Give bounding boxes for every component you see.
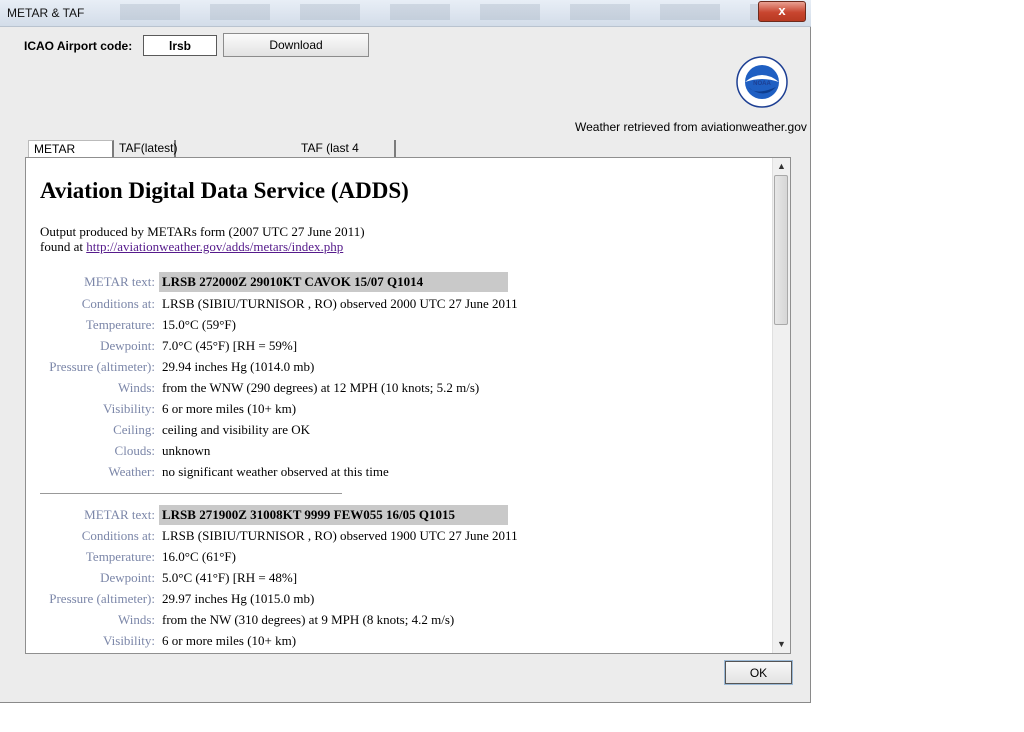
retrieved-source-text: Weather retrieved from aviationweather.g… [575, 120, 807, 134]
obs1-ceiling-value: ceiling and visibility are OK [162, 422, 311, 437]
background-window-ghost [120, 4, 760, 20]
obs1-weather-label: Weather: [108, 464, 155, 479]
observation-divider [40, 493, 342, 494]
obs1-conditions-label: Conditions at: [81, 296, 155, 311]
obs2-metar-value: LRSB 271900Z 31008KT 9999 FEW055 16/05 Q… [159, 505, 508, 525]
obs1-clouds-value: unknown [162, 443, 211, 458]
ok-button[interactable]: OK [724, 660, 793, 685]
icao-input[interactable] [143, 35, 217, 56]
obs2-pressure-label: Pressure (altimeter): [49, 591, 155, 606]
obs2-temperature-label: Temperature: [85, 549, 155, 564]
obs2-visibility-label: Visibility: [103, 633, 155, 648]
icao-label: ICAO Airport code: [24, 39, 133, 53]
obs1-temperature-value: 15.0°C (59°F) [162, 317, 236, 332]
vertical-scrollbar[interactable]: ▲ ▼ [772, 158, 790, 653]
download-button[interactable]: Download [223, 33, 369, 57]
obs2-winds-label: Winds: [117, 612, 155, 627]
tab-taf-last-4-hours[interactable]: TAF (last 4 houres) [296, 140, 396, 171]
window-title: METAR & TAF [7, 6, 85, 20]
obs2-pressure-value: 29.97 inches Hg (1015.0 mb) [162, 591, 315, 606]
close-icon: x [778, 3, 786, 18]
tab-metar-latest[interactable]: METAR (Latest) [28, 140, 114, 172]
obs2-winds-value: from the NW (310 degrees) at 9 MPH (8 kn… [162, 612, 455, 627]
obs2-dewpoint-label: Dewpoint: [100, 570, 155, 585]
obs2-visibility-value: 6 or more miles (10+ km) [162, 633, 297, 648]
metar-taf-window: METAR & TAF x ICAO Airport code: Downloa… [0, 0, 811, 703]
obs1-winds-value: from the WNW (290 degrees) at 12 MPH (10… [162, 380, 480, 395]
obs1-metar-value: LRSB 272000Z 29010KT CAVOK 15/07 Q1014 [159, 272, 508, 292]
found-at-line: found at http://aviationweather.gov/adds… [40, 239, 343, 255]
title-bar[interactable]: METAR & TAF x [0, 0, 811, 27]
obs1-temperature-label: Temperature: [85, 317, 155, 332]
scroll-thumb[interactable] [774, 175, 788, 325]
found-at-prefix: found at [40, 239, 83, 254]
scroll-up-arrow-icon[interactable]: ▲ [773, 158, 790, 175]
output-produced-line: Output produced by METARs form (2007 UTC… [40, 224, 365, 239]
obs2-metar-label: METAR text: [84, 507, 155, 522]
noaa-logo-text: NOAA [753, 81, 771, 87]
obs2-temperature-value: 16.0°C (61°F) [162, 549, 236, 564]
scroll-down-arrow-icon[interactable]: ▼ [773, 636, 790, 653]
adds-metars-link[interactable]: http://aviationweather.gov/adds/metars/i… [86, 239, 343, 254]
obs1-pressure-value: 29.94 inches Hg (1014.0 mb) [162, 359, 315, 374]
obs2-dewpoint-value: 5.0°C (41°F) [RH = 48%] [162, 570, 298, 585]
noaa-logo-icon: NOAA [736, 56, 788, 108]
obs1-weather-value: no significant weather observed at this … [162, 464, 389, 479]
obs1-dewpoint-value: 7.0°C (45°F) [RH = 59%] [162, 338, 298, 353]
obs1-pressure-label: Pressure (altimeter): [49, 359, 155, 374]
obs1-visibility-value: 6 or more miles (10+ km) [162, 401, 297, 416]
obs1-conditions-value: LRSB (SIBIU/TURNISOR , RO) observed 2000… [162, 296, 518, 311]
obs2-conditions-label: Conditions at: [81, 528, 155, 543]
obs1-winds-label: Winds: [117, 380, 155, 395]
obs1-dewpoint-label: Dewpoint: [100, 338, 155, 353]
obs1-ceiling-label: Ceiling: [113, 422, 155, 437]
obs1-visibility-label: Visibility: [103, 401, 155, 416]
report-pane[interactable]: Aviation Digital Data Service (ADDS) Out… [25, 157, 791, 654]
report-heading: Aviation Digital Data Service (ADDS) [40, 178, 409, 203]
obs2-conditions-value: LRSB (SIBIU/TURNISOR , RO) observed 1900… [162, 528, 518, 543]
tab-taf-latest[interactable]: TAF(latest) [114, 140, 177, 157]
obs1-clouds-label: Clouds: [114, 443, 155, 458]
close-button[interactable]: x [758, 1, 806, 22]
obs1-metar-label: METAR text: [84, 274, 155, 289]
